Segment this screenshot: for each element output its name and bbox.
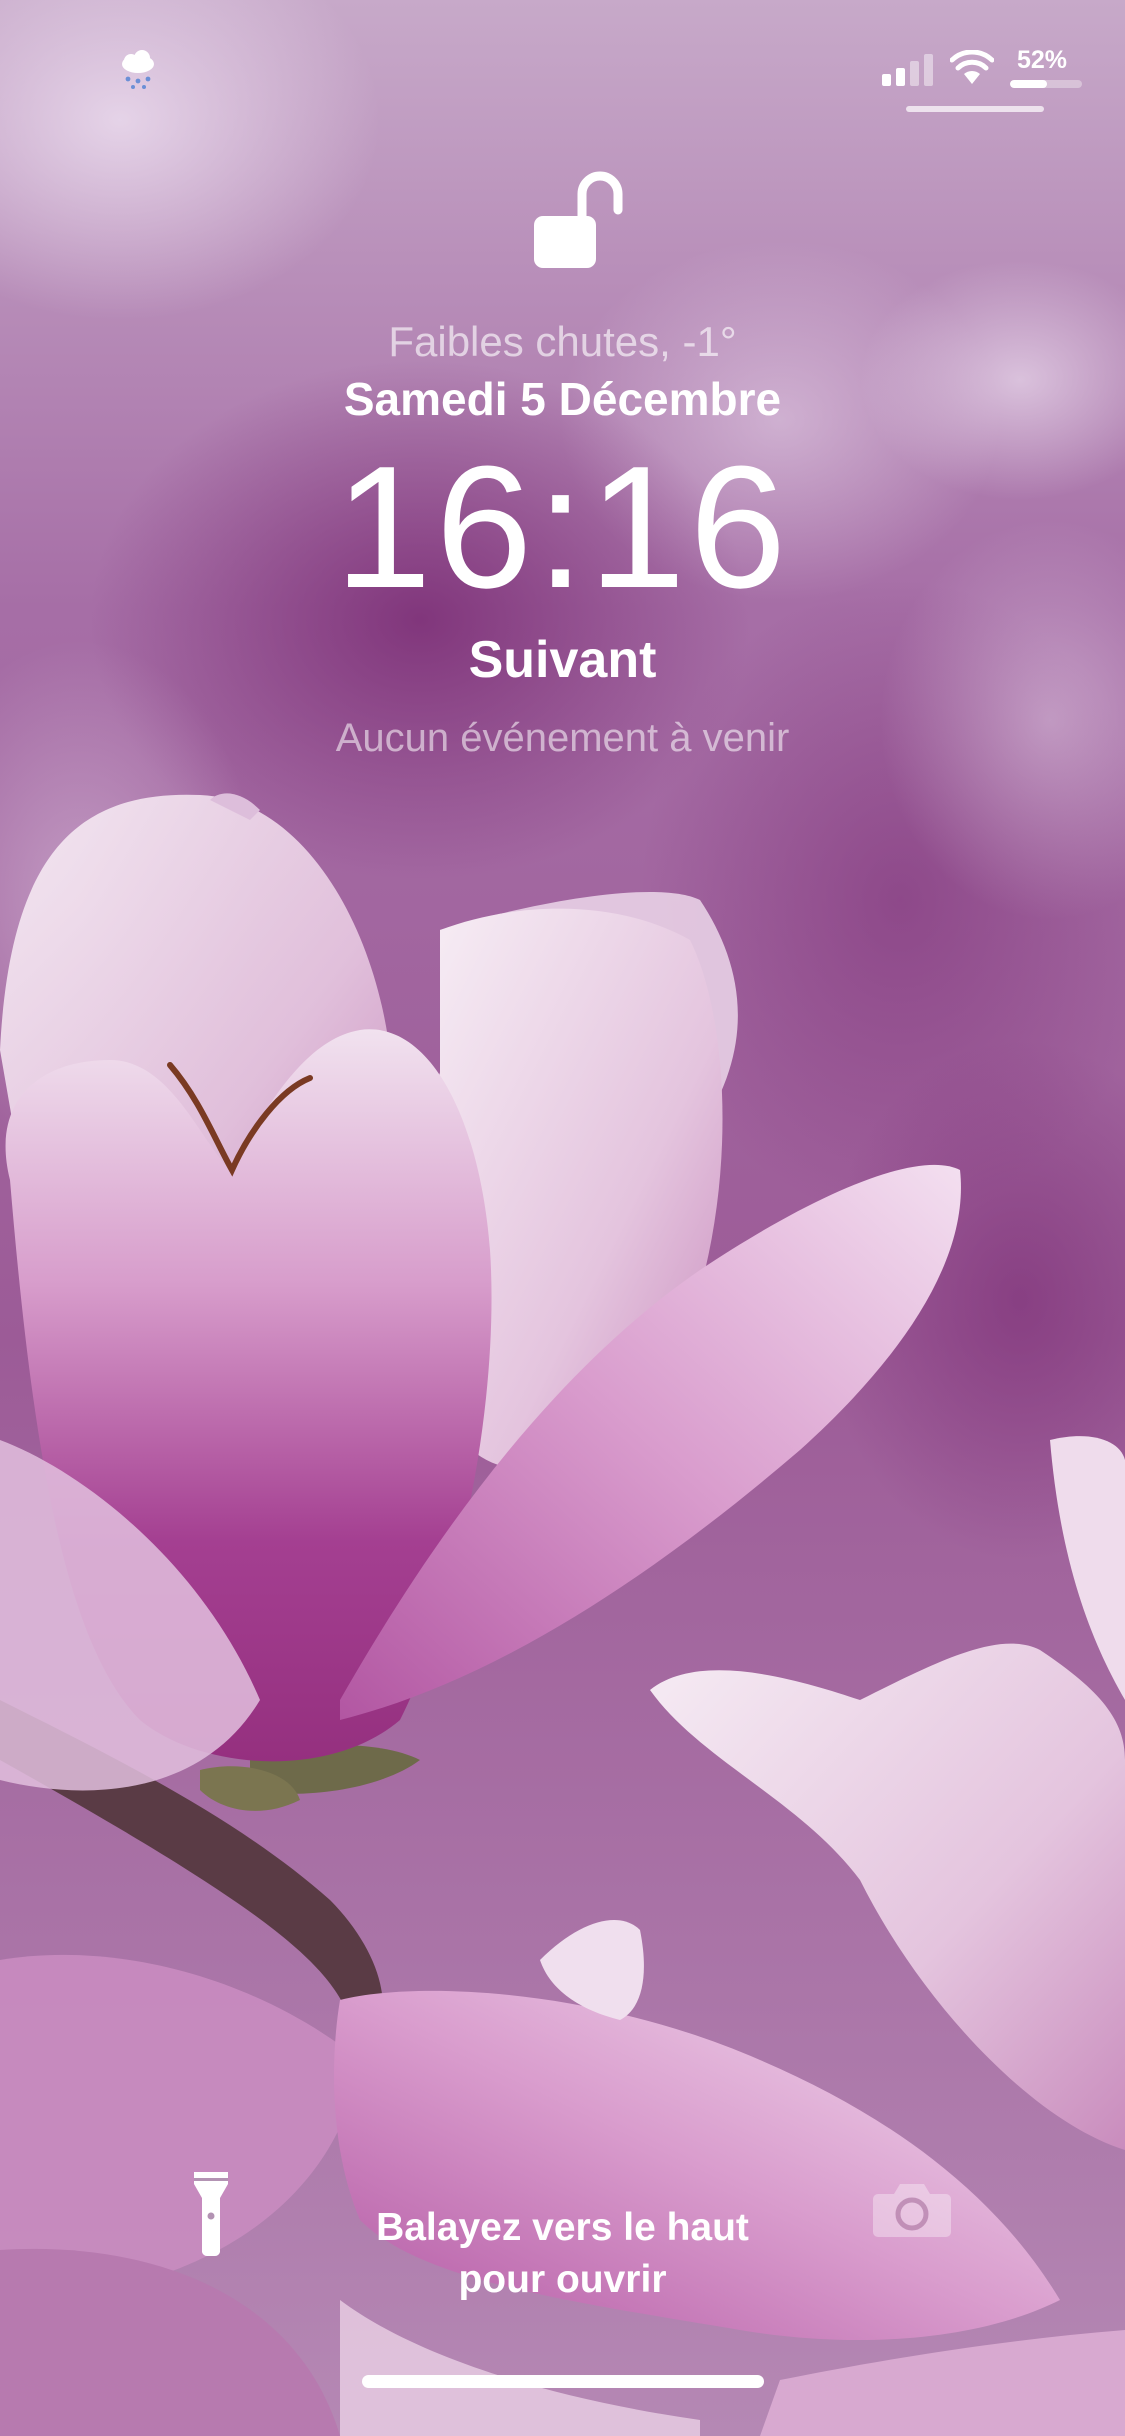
status-bar: 52% — [0, 0, 1125, 120]
camera-icon[interactable] — [872, 2178, 952, 2238]
weather-summary: Faibles chutes, -1° — [388, 318, 737, 365]
battery-level-bar — [1010, 80, 1082, 88]
next-event-heading[interactable]: Suivant — [0, 630, 1125, 690]
next-event-text: Aucun événement à venir — [335, 716, 790, 760]
cloud-snow-icon — [122, 50, 154, 89]
swipe-hint-line-2: pour ouvrir — [458, 2258, 667, 2301]
swipe-to-open-hint: Balayez vers le haut pour ouvrir — [300, 2202, 825, 2306]
battery-level-fill — [1010, 80, 1048, 88]
unlocked-padlock-icon — [534, 171, 623, 268]
swipe-hint-line-1: Balayez vers le haut — [376, 2206, 749, 2249]
battery-percentage: 52% — [1016, 46, 1068, 74]
clock-time: 16:16 — [334, 429, 791, 624]
wifi-icon — [950, 50, 994, 84]
flashlight-icon[interactable] — [186, 2168, 236, 2258]
control-center-grabber[interactable] — [906, 106, 1044, 112]
cellular-signal-icon — [882, 54, 933, 86]
date-label: Samedi 5 Décembre — [343, 373, 782, 425]
home-indicator[interactable] — [362, 2375, 764, 2388]
